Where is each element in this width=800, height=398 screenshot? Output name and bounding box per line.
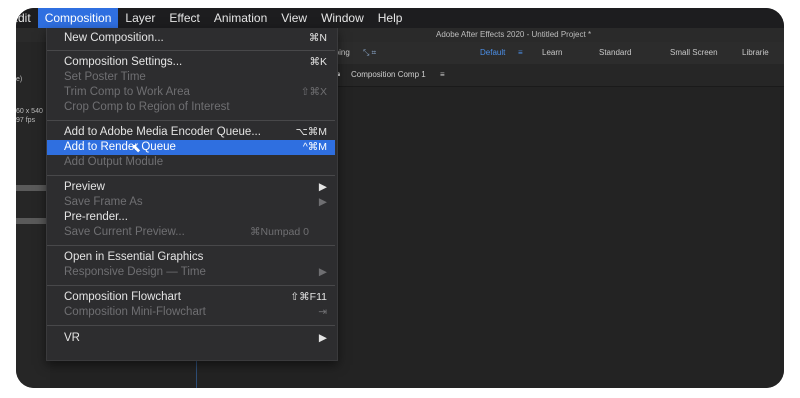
menu-animation[interactable]: Animation <box>207 8 274 28</box>
menu-separator <box>47 325 335 326</box>
composition-panel-tabbar: 🔒︎ Composition Comp 1 ≡ <box>316 64 784 87</box>
workspace-menu-icon[interactable]: ≡ <box>518 48 523 57</box>
menu-item-new-composition[interactable]: New Composition... ⌘N <box>47 31 335 46</box>
menu-item-save-frame-as: Save Frame As ▶ <box>64 196 327 208</box>
menu-item-vr[interactable]: VR ▶ <box>47 331 335 346</box>
app-window: Edit Composition Layer Effect Animation … <box>16 8 784 388</box>
menu-item-composition-flowchart[interactable]: Composition Flowchart ⇧⌘F11 <box>47 290 335 305</box>
menu-item-crop-comp: Crop Comp to Region of Interest <box>64 101 230 113</box>
workspace-libraries[interactable]: Librarie <box>742 48 769 57</box>
menu-edit[interactable]: Edit <box>16 8 38 28</box>
menu-help[interactable]: Help <box>371 8 410 28</box>
workspace-default[interactable]: Default <box>480 48 505 57</box>
menu-separator <box>47 175 335 176</box>
menu-separator <box>47 120 335 121</box>
menu-bar: Edit Composition Layer Effect Animation … <box>16 8 784 28</box>
menu-item-responsive-design-time: Responsive Design — Time ▶ <box>64 266 327 278</box>
menu-item-composition-settings[interactable]: Composition Settings... ⌘K <box>47 55 335 70</box>
menu-view[interactable]: View <box>274 8 314 28</box>
menu-window[interactable]: Window <box>314 8 371 28</box>
mouse-cursor-icon: ⬉ <box>131 141 142 155</box>
submenu-arrow-icon: ▶ <box>318 266 327 278</box>
snapping-icon[interactable]: ⤡ ⌗ <box>363 48 376 58</box>
project-panel-text: e) <box>16 76 23 83</box>
panel-scrollbar[interactable] <box>16 218 50 224</box>
menu-composition[interactable]: Composition <box>37 8 119 28</box>
menu-separator <box>47 285 335 286</box>
composition-viewer[interactable] <box>316 87 784 388</box>
project-panel: e) 60 x 540 97 fps <box>16 42 50 388</box>
menu-item-add-to-media-encoder-queue[interactable]: Add to Adobe Media Encoder Queue... ⌥⌘M <box>47 125 335 140</box>
workspace-small-screen[interactable]: Small Screen <box>670 48 718 57</box>
menu-item-preview[interactable]: Preview ▶ <box>47 180 335 195</box>
menu-layer[interactable]: Layer <box>118 8 162 28</box>
menu-item-add-output-module: Add Output Module <box>64 156 164 168</box>
menu-item-save-current-preview: Save Current Preview... ⌘Numpad 0 <box>64 226 309 238</box>
menu-item-composition-mini-flowchart: Composition Mini-Flowchart ⇥ <box>64 306 327 318</box>
submenu-arrow-icon: ▶ <box>318 181 327 193</box>
panel-divider <box>16 185 50 191</box>
composition-menu-dropdown: New Composition... ⌘N Composition Setting… <box>46 28 338 361</box>
workspace-standard[interactable]: Standard <box>599 48 631 57</box>
menu-separator <box>47 245 335 246</box>
menu-item-add-to-render-queue[interactable]: Add to Render Queue ^⌘M <box>47 140 335 155</box>
menu-item-trim-comp: Trim Comp to Work Area ⇧⌘X <box>64 86 327 98</box>
tab-composition-comp1[interactable]: Composition Comp 1 <box>351 70 426 79</box>
comp-fps-text: 97 fps <box>16 117 36 124</box>
menu-item-pre-render[interactable]: Pre-render... <box>47 210 335 225</box>
workspace-learn[interactable]: Learn <box>542 48 562 57</box>
menu-effect[interactable]: Effect <box>162 8 206 28</box>
panel-menu-icon[interactable]: ≡ <box>440 70 445 79</box>
menu-item-open-in-essential-graphics[interactable]: Open in Essential Graphics <box>47 250 335 265</box>
menu-separator <box>47 50 335 51</box>
window-title: Adobe After Effects 2020 - Untitled Proj… <box>436 30 592 39</box>
menu-item-set-poster-time: Set Poster Time <box>64 71 146 83</box>
submenu-arrow-icon: ▶ <box>318 332 327 344</box>
submenu-arrow-icon: ▶ <box>318 196 327 208</box>
comp-size-text: 60 x 540 <box>16 108 43 115</box>
